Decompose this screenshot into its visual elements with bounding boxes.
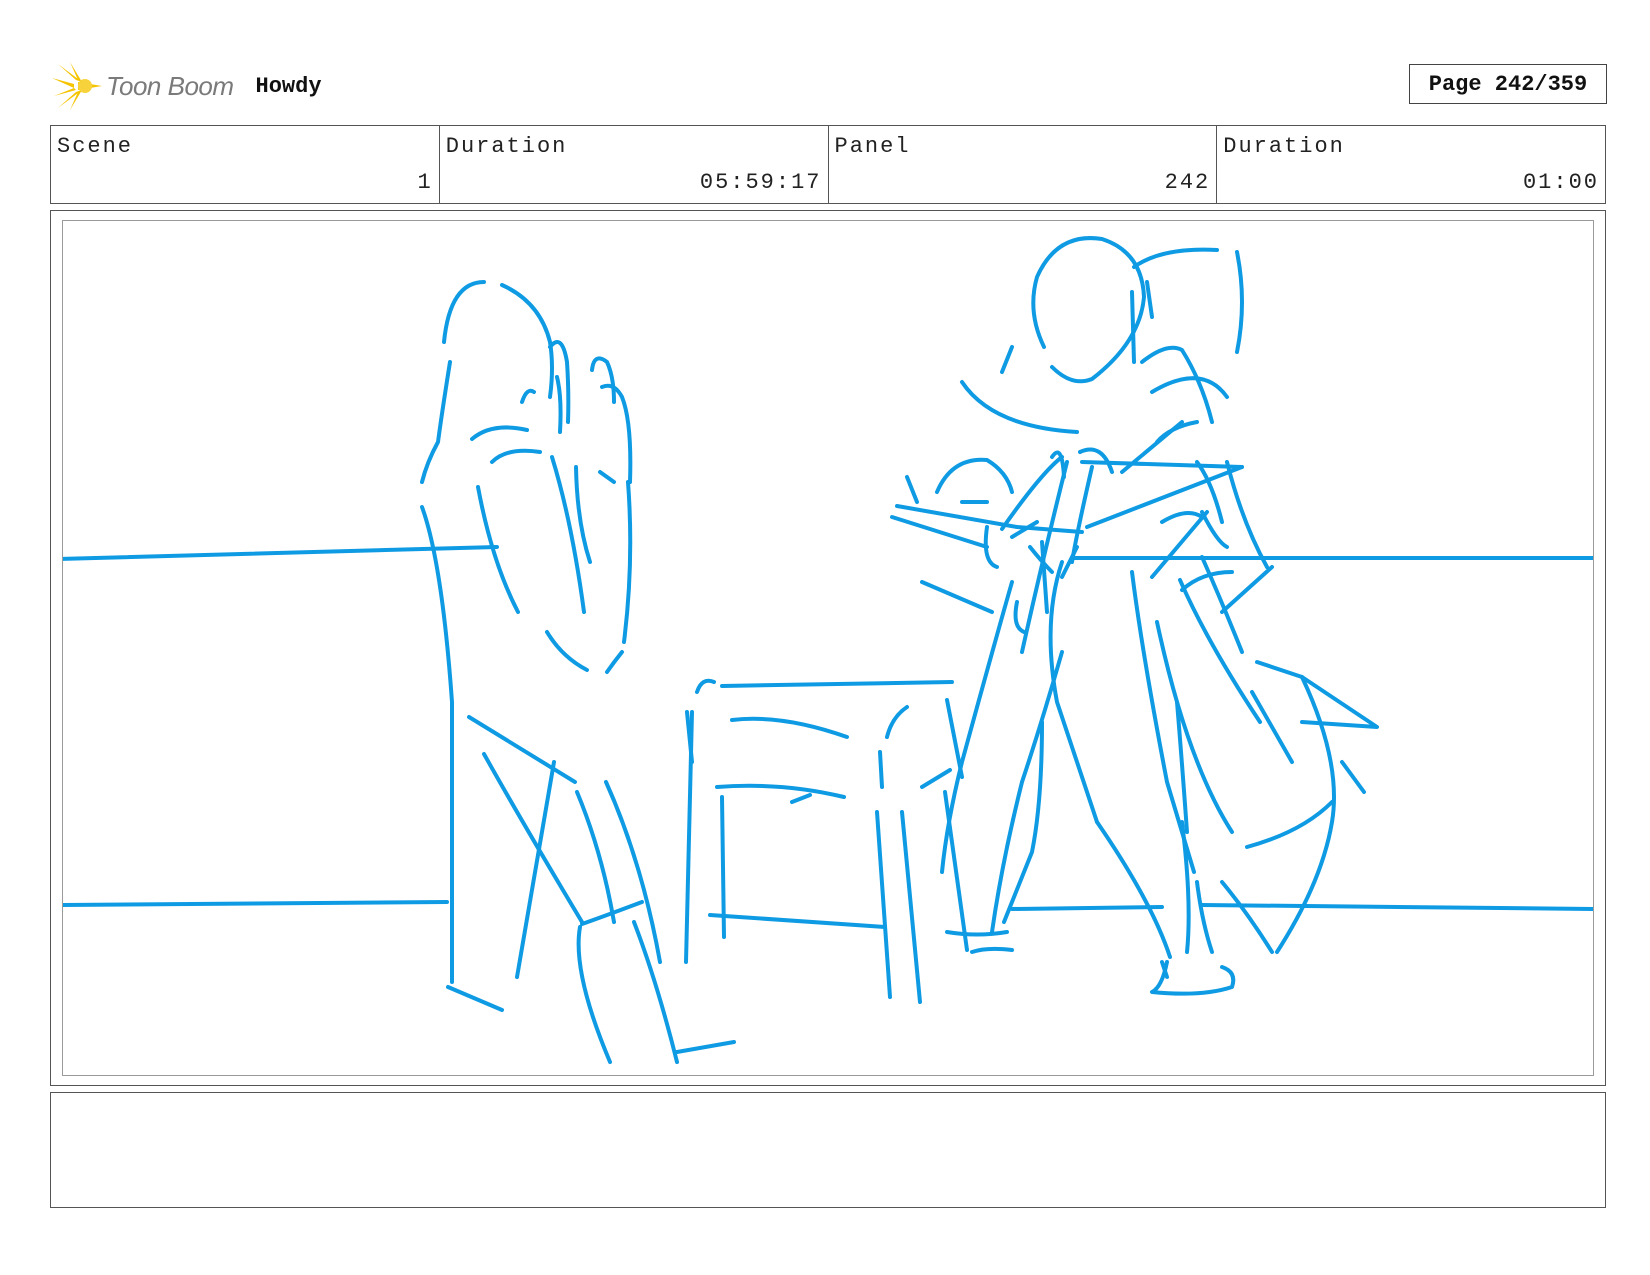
storyboard-panel-frame bbox=[50, 210, 1606, 1086]
brand-header: Toon Boom Howdy bbox=[52, 58, 322, 114]
storyboard-panel-image bbox=[62, 220, 1594, 1076]
panel-duration-label: Duration bbox=[1223, 134, 1345, 159]
panel-duration-value: 01:00 bbox=[1522, 170, 1599, 195]
logo-text: Toon Boom bbox=[106, 70, 234, 101]
scene-cell: Scene 1 bbox=[51, 126, 440, 203]
page-indicator: Page 242/359 bbox=[1409, 64, 1607, 104]
panel-duration-cell: Duration 01:00 bbox=[1217, 126, 1605, 203]
panel-value: 242 bbox=[1164, 170, 1211, 195]
sketch-drawing bbox=[63, 236, 1593, 1064]
panel-cell: Panel 242 bbox=[829, 126, 1218, 203]
scene-value: 1 bbox=[417, 170, 433, 195]
scene-duration-label: Duration bbox=[445, 134, 568, 159]
panel-label: Panel bbox=[834, 134, 911, 159]
project-title: Howdy bbox=[255, 73, 322, 99]
scene-duration-cell: Duration 05:59:17 bbox=[440, 126, 829, 203]
scene-duration-value: 05:59:17 bbox=[699, 170, 822, 195]
starburst-logo-icon bbox=[52, 62, 102, 110]
panel-info-table: Scene 1 Duration 05:59:17 Panel 242 Dura… bbox=[50, 125, 1606, 204]
panel-notes-box bbox=[50, 1092, 1606, 1208]
scene-label: Scene bbox=[57, 134, 134, 159]
